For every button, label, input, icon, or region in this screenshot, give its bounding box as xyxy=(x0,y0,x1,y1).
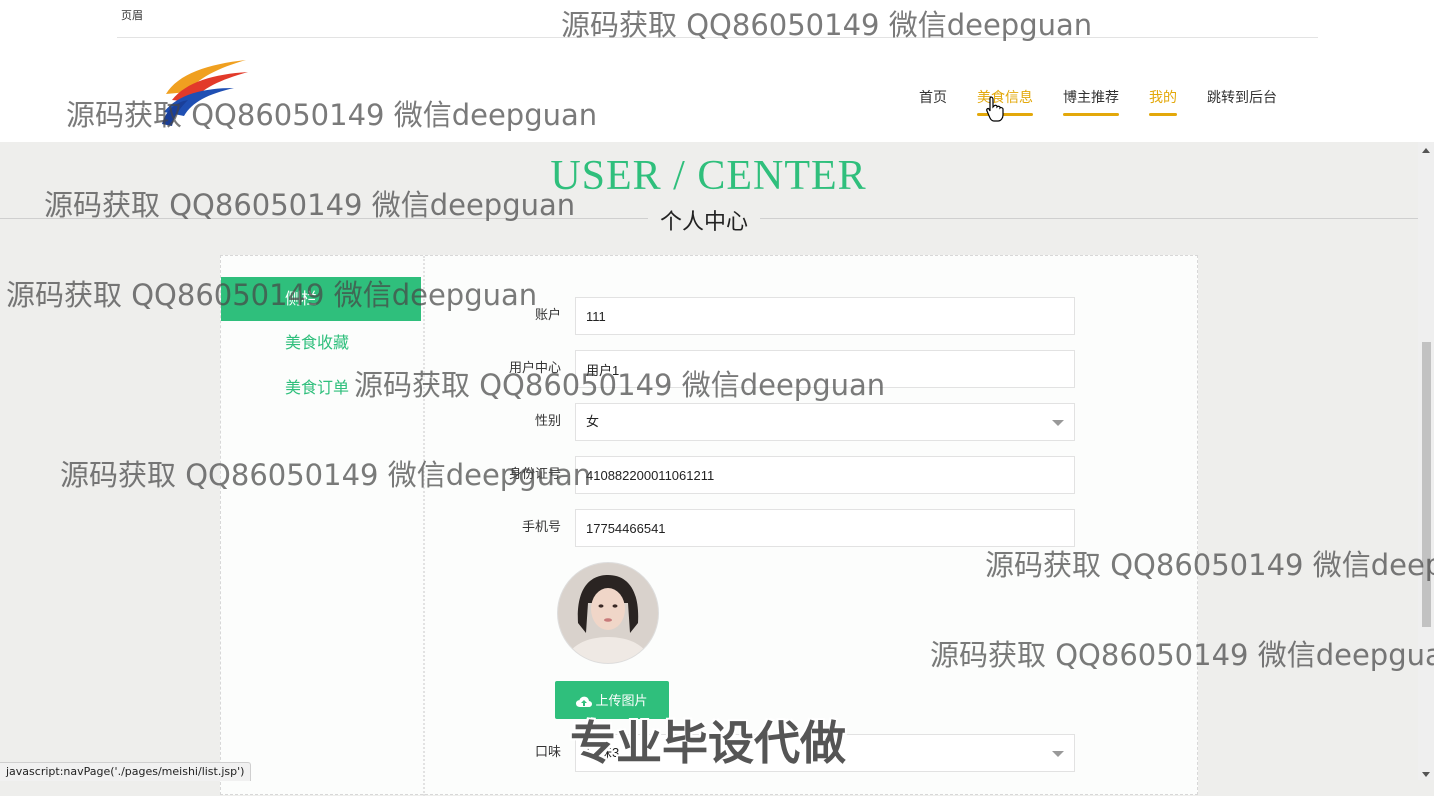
taste-label: 口味 xyxy=(534,745,561,760)
scrollbar-thumb[interactable] xyxy=(1422,342,1431,627)
page-title: 个人中心 xyxy=(648,204,761,236)
nav-mine[interactable]: 我的 xyxy=(1134,88,1192,116)
avatar-image xyxy=(558,563,658,663)
nav-admin[interactable]: 跳转到后台 xyxy=(1192,88,1292,116)
nav-home[interactable]: 首页 xyxy=(904,88,962,116)
site-header: 页眉 首页 美食信息 博主推荐 我的 跳转到后台 xyxy=(0,0,1434,142)
id-card-label: 身份证号 xyxy=(508,467,561,482)
phone-field[interactable] xyxy=(575,509,1075,547)
user-center-panel: 侧栏 美食收藏 美食订单 账户 用户中心 性别 女 身份证号 手机号 xyxy=(220,255,1199,796)
nav-blogger-recommend[interactable]: 博主推荐 xyxy=(1048,88,1134,116)
chevron-down-icon xyxy=(1052,420,1064,426)
form-row-taste: 口味 口味3 xyxy=(221,734,1199,772)
id-card-field[interactable] xyxy=(575,456,1075,494)
gender-value: 女 xyxy=(586,414,600,429)
upload-image-label: 上传图片 xyxy=(595,693,648,708)
taste-select[interactable]: 口味3 xyxy=(575,734,1075,772)
form-row-name: 用户中心 xyxy=(221,350,1199,388)
form-row-phone: 手机号 xyxy=(221,509,1199,547)
browser-status-bar: javascript:navPage('./pages/meishi/list.… xyxy=(0,762,252,781)
phone-label: 手机号 xyxy=(521,520,561,535)
scroll-up-arrow-icon[interactable] xyxy=(1422,148,1430,153)
gender-select[interactable]: 女 xyxy=(575,403,1075,441)
account-field[interactable] xyxy=(575,297,1075,335)
header-divider xyxy=(117,37,1318,38)
cloud-upload-icon xyxy=(576,696,593,707)
account-label: 账户 xyxy=(534,308,561,323)
name-field[interactable] xyxy=(575,350,1075,388)
name-label: 用户中心 xyxy=(508,361,561,376)
scroll-down-arrow-icon[interactable] xyxy=(1422,772,1430,777)
main-nav: 首页 美食信息 博主推荐 我的 跳转到后台 xyxy=(904,88,1292,116)
avatar xyxy=(557,562,659,664)
form-row-gender: 性别 女 xyxy=(221,403,1199,441)
form-row-account: 账户 xyxy=(221,297,1199,335)
page-scrollbar[interactable] xyxy=(1418,142,1434,780)
upload-image-button[interactable]: 上传图片 xyxy=(555,681,669,719)
nav-food-info[interactable]: 美食信息 xyxy=(962,88,1048,116)
taste-value: 口味3 xyxy=(586,745,620,760)
welcome-text: 页眉 xyxy=(121,9,143,22)
site-logo[interactable] xyxy=(158,54,250,126)
form-row-id-card: 身份证号 xyxy=(221,456,1199,494)
page-title-en: USER / CENTER xyxy=(550,153,867,199)
gender-label: 性别 xyxy=(534,414,561,429)
chevron-down-icon xyxy=(1052,751,1064,757)
hand-cursor-icon xyxy=(986,96,1004,122)
